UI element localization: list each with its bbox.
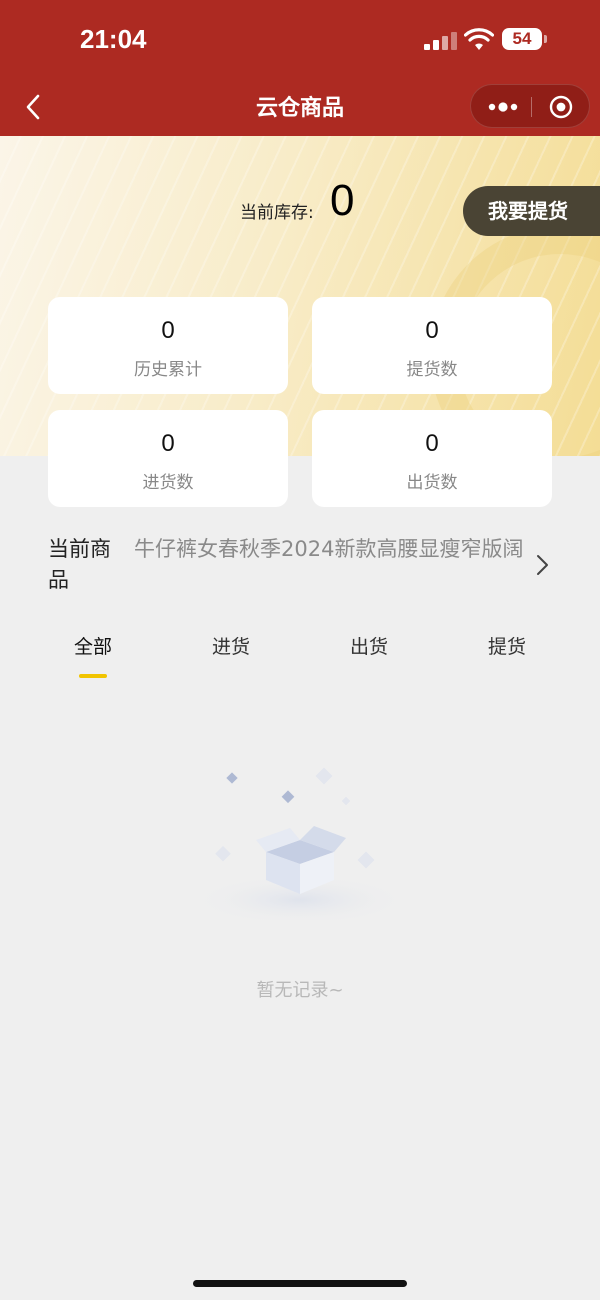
stat-label: 进货数 [142, 473, 194, 493]
tab-all[interactable]: 全部 [24, 632, 162, 659]
stat-value: 0 [161, 317, 175, 344]
home-indicator[interactable] [193, 1280, 407, 1287]
record-tabs: 全部 进货 出货 提货 [24, 632, 576, 682]
current-product-name: 牛仔裤女春秋季2024新款高腰显瘦窄版阔 [134, 537, 524, 561]
tab-shipment[interactable]: 出货 [300, 632, 438, 659]
battery-icon: 54 [502, 28, 547, 50]
stock-label: 当前库存: [240, 203, 314, 223]
tab-purchase[interactable]: 进货 [162, 632, 300, 659]
stat-value: 0 [425, 430, 439, 457]
miniprogram-capsule [470, 84, 590, 128]
stat-card-purchase: 0 进货数 [48, 410, 288, 507]
more-button[interactable] [483, 93, 523, 121]
stat-label: 提货数 [406, 360, 458, 380]
close-button[interactable] [541, 93, 581, 121]
stat-card-pickup: 0 提货数 [312, 297, 552, 394]
status-time: 21:04 [80, 24, 147, 54]
stat-value: 0 [161, 430, 175, 457]
stock-banner [0, 136, 600, 456]
empty-state-text: 暂无记录~ [256, 980, 344, 1001]
top-bar: 21:04 54 云仓商品 [0, 0, 600, 136]
tab-pickup[interactable]: 提货 [438, 632, 576, 659]
status-icons: 54 [422, 26, 552, 56]
stat-label: 历史累计 [134, 360, 202, 380]
current-product-label: 当前商品 [48, 537, 111, 592]
wifi-icon [464, 28, 494, 50]
capsule-divider [531, 97, 532, 117]
more-dots-icon [488, 102, 518, 112]
current-product-row[interactable]: 当前商品 牛仔裤女春秋季2024新款高腰显瘦窄版阔 [48, 534, 568, 598]
chevron-right-icon [537, 555, 548, 575]
empty-box-icon [190, 767, 410, 920]
stat-label: 出货数 [406, 473, 458, 493]
stock-value: 0 [330, 176, 355, 225]
pickup-button[interactable]: 我要提货 [463, 186, 600, 236]
close-target-icon [549, 95, 573, 119]
tab-indicator [79, 674, 107, 678]
signal-icon [424, 32, 458, 50]
stat-card-shipment: 0 出货数 [312, 410, 552, 507]
stat-card-history: 0 历史累计 [48, 297, 288, 394]
stat-value: 0 [425, 317, 439, 344]
